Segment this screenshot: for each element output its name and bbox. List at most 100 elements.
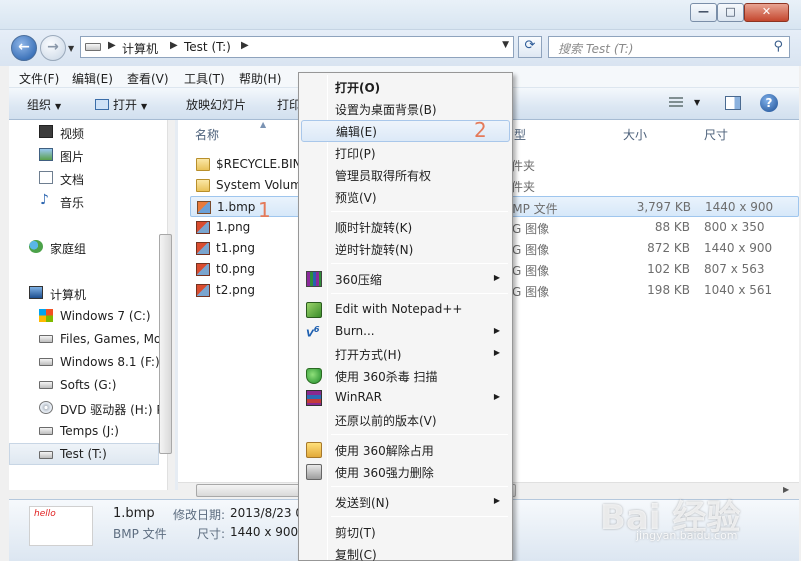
menu-separator — [331, 263, 508, 264]
file-name: System Volume — [216, 178, 310, 192]
file-size: 3,797 KB — [636, 200, 691, 214]
details-modified-value: 2013/8/23 0 — [230, 506, 303, 520]
nav-scrollbar-thumb[interactable] — [159, 234, 172, 454]
notepad-plus-plus-icon — [306, 302, 322, 318]
drive-icon — [39, 358, 53, 366]
maximize-button[interactable]: □ — [717, 3, 744, 22]
menu-tools[interactable]: 工具(T) — [184, 70, 225, 87]
scroll-right-icon[interactable]: ▶ — [783, 485, 789, 494]
breadcrumb-separator-icon[interactable]: ▶ — [241, 40, 249, 51]
menu-edit[interactable]: 编辑(E) — [72, 70, 113, 87]
nav-item-label: 音乐 — [60, 196, 85, 210]
file-size: 872 KB — [647, 241, 690, 255]
organize-button[interactable]: 组织 ▼ — [27, 96, 61, 113]
nav-item-label: DVD 驱动器 (H:) P — [60, 403, 159, 417]
search-icon[interactable]: ⚲ — [773, 39, 783, 54]
menu-help[interactable]: 帮助(H) — [239, 70, 281, 87]
menu-item-360-scan[interactable]: 使用 360杀毒 扫描 — [301, 365, 510, 387]
menu-item-360-shred[interactable]: 使用 360强力删除 — [301, 461, 510, 483]
submenu-arrow-icon: ▶ — [493, 348, 500, 357]
nav-item-videos[interactable]: 视频 — [9, 121, 159, 143]
menu-item-burn[interactable]: V6 Burn... ▶ — [301, 321, 510, 343]
column-header-type[interactable]: 型 — [514, 126, 526, 143]
back-button[interactable]: ← — [11, 35, 37, 61]
preview-pane-icon[interactable] — [725, 96, 741, 110]
homegroup-icon — [29, 240, 43, 253]
breadcrumb-separator-icon[interactable]: ▶ — [108, 40, 116, 51]
nav-item-drive-c[interactable]: Windows 7 (C:) — [9, 305, 159, 327]
file-name: t2.png — [216, 283, 255, 297]
file-name: 1.bmp — [217, 200, 256, 214]
breadcrumb-test-drive[interactable]: Test (T:) — [184, 40, 231, 54]
nav-item-documents[interactable]: 文档 — [9, 167, 159, 189]
forward-button[interactable]: → — [40, 35, 66, 61]
menu-separator — [331, 293, 508, 294]
menu-file[interactable]: 文件(F) — [19, 70, 59, 87]
details-file-type: BMP 文件 — [113, 527, 167, 541]
360-unlock-icon — [306, 442, 322, 458]
menu-item-restore-versions[interactable]: 还原以前的版本(V) — [301, 409, 510, 431]
menu-item-print[interactable]: 打印(P) — [301, 142, 510, 164]
file-thumbnail: hello — [29, 506, 93, 546]
menu-item-preview[interactable]: 预览(V) — [301, 186, 510, 208]
view-options-icon[interactable] — [669, 97, 683, 109]
recent-pages-dropdown[interactable]: ▼ — [68, 44, 74, 53]
menu-item-notepad-plus-plus[interactable]: Edit with Notepad++ — [301, 299, 510, 321]
menu-item-winrar[interactable]: WinRAR ▶ — [301, 387, 510, 409]
nav-item-network[interactable]: 网络 — [9, 489, 159, 490]
nav-item-drive-f[interactable]: Windows 8.1 (F:) — [9, 351, 159, 373]
nav-item-drive-t[interactable]: Test (T:) — [9, 443, 159, 465]
nav-item-drive-j[interactable]: Temps (J:) — [9, 420, 159, 442]
file-name: t1.png — [216, 241, 255, 255]
details-size-value: 1440 x 900 — [230, 525, 299, 539]
submenu-arrow-icon: ▶ — [493, 496, 500, 505]
nav-item-drive-g[interactable]: Softs (G:) — [9, 374, 159, 396]
menu-item-open[interactable]: 打开(O) — [301, 76, 510, 98]
search-input[interactable]: 搜索 Test (T:) ⚲ — [548, 36, 790, 58]
nav-item-label: Files, Games, Mo — [60, 332, 159, 346]
baidu-watermark-url: jingyan.baidu.com — [636, 529, 738, 542]
chevron-down-icon[interactable]: ▼ — [694, 98, 700, 107]
slideshow-button[interactable]: 放映幻灯片 — [186, 96, 246, 113]
drive-icon — [39, 427, 53, 435]
sort-ascending-icon: ▲ — [260, 120, 267, 129]
help-icon[interactable]: ? — [760, 94, 778, 112]
menu-item-set-wallpaper[interactable]: 设置为桌面背景(B) — [301, 98, 510, 120]
menu-item-copy[interactable]: 复制(C) — [301, 543, 510, 561]
nav-item-computer[interactable]: 计算机 — [9, 282, 159, 304]
menu-item-open-with[interactable]: 打开方式(H) ▶ — [301, 343, 510, 365]
nav-item-dvd-h[interactable]: DVD 驱动器 (H:) P — [9, 397, 159, 419]
menu-item-take-ownership[interactable]: 管理员取得所有权 — [301, 164, 510, 186]
menu-item-360-compress[interactable]: 360压缩 ▶ — [301, 268, 510, 290]
column-header-dimensions[interactable]: 尺寸 — [704, 126, 728, 143]
close-button[interactable]: ✕ — [744, 3, 789, 22]
breadcrumb-separator-icon[interactable]: ▶ — [170, 40, 178, 51]
nav-item-label: 计算机 — [50, 288, 87, 302]
nav-item-homegroup[interactable]: 家庭组 — [9, 236, 159, 258]
address-path-box[interactable]: ▶ 计算机 ▶ Test (T:) ▶ ▼ — [80, 36, 514, 58]
menu-view[interactable]: 查看(V) — [127, 70, 169, 87]
column-header-size[interactable]: 大小 — [623, 126, 647, 143]
nav-item-pictures[interactable]: 图片 — [9, 144, 159, 166]
column-header-name[interactable]: 名称 — [195, 126, 219, 143]
open-button[interactable]: 打开 ▼ — [95, 96, 147, 113]
breadcrumb-computer[interactable]: 计算机 — [122, 40, 158, 57]
png-file-icon — [196, 221, 210, 234]
refresh-button[interactable]: ⟳ — [518, 36, 542, 58]
video-icon — [39, 125, 53, 138]
drive-icon — [39, 381, 53, 389]
annotation-number-2: 2 — [474, 118, 487, 142]
menu-item-send-to[interactable]: 发送到(N) ▶ — [301, 491, 510, 513]
minimize-button[interactable]: — — [690, 3, 717, 22]
thumbnail-text: hello — [34, 509, 56, 519]
nav-item-drive-files[interactable]: Files, Games, Mo — [9, 328, 159, 350]
menu-item-cut[interactable]: 剪切(T) — [301, 521, 510, 543]
menu-item-rotate-clockwise[interactable]: 顺时针旋转(K) — [301, 216, 510, 238]
nav-item-label: 文档 — [60, 173, 85, 187]
address-dropdown-icon[interactable]: ▼ — [502, 40, 509, 50]
search-placeholder: 搜索 Test (T:) — [558, 42, 634, 56]
menu-item-360-unlock[interactable]: 使用 360解除占用 — [301, 439, 510, 461]
documents-icon — [39, 171, 53, 184]
nav-item-music[interactable]: ♪ 音乐 — [9, 190, 159, 212]
menu-item-rotate-counterclockwise[interactable]: 逆时针旋转(N) — [301, 238, 510, 260]
